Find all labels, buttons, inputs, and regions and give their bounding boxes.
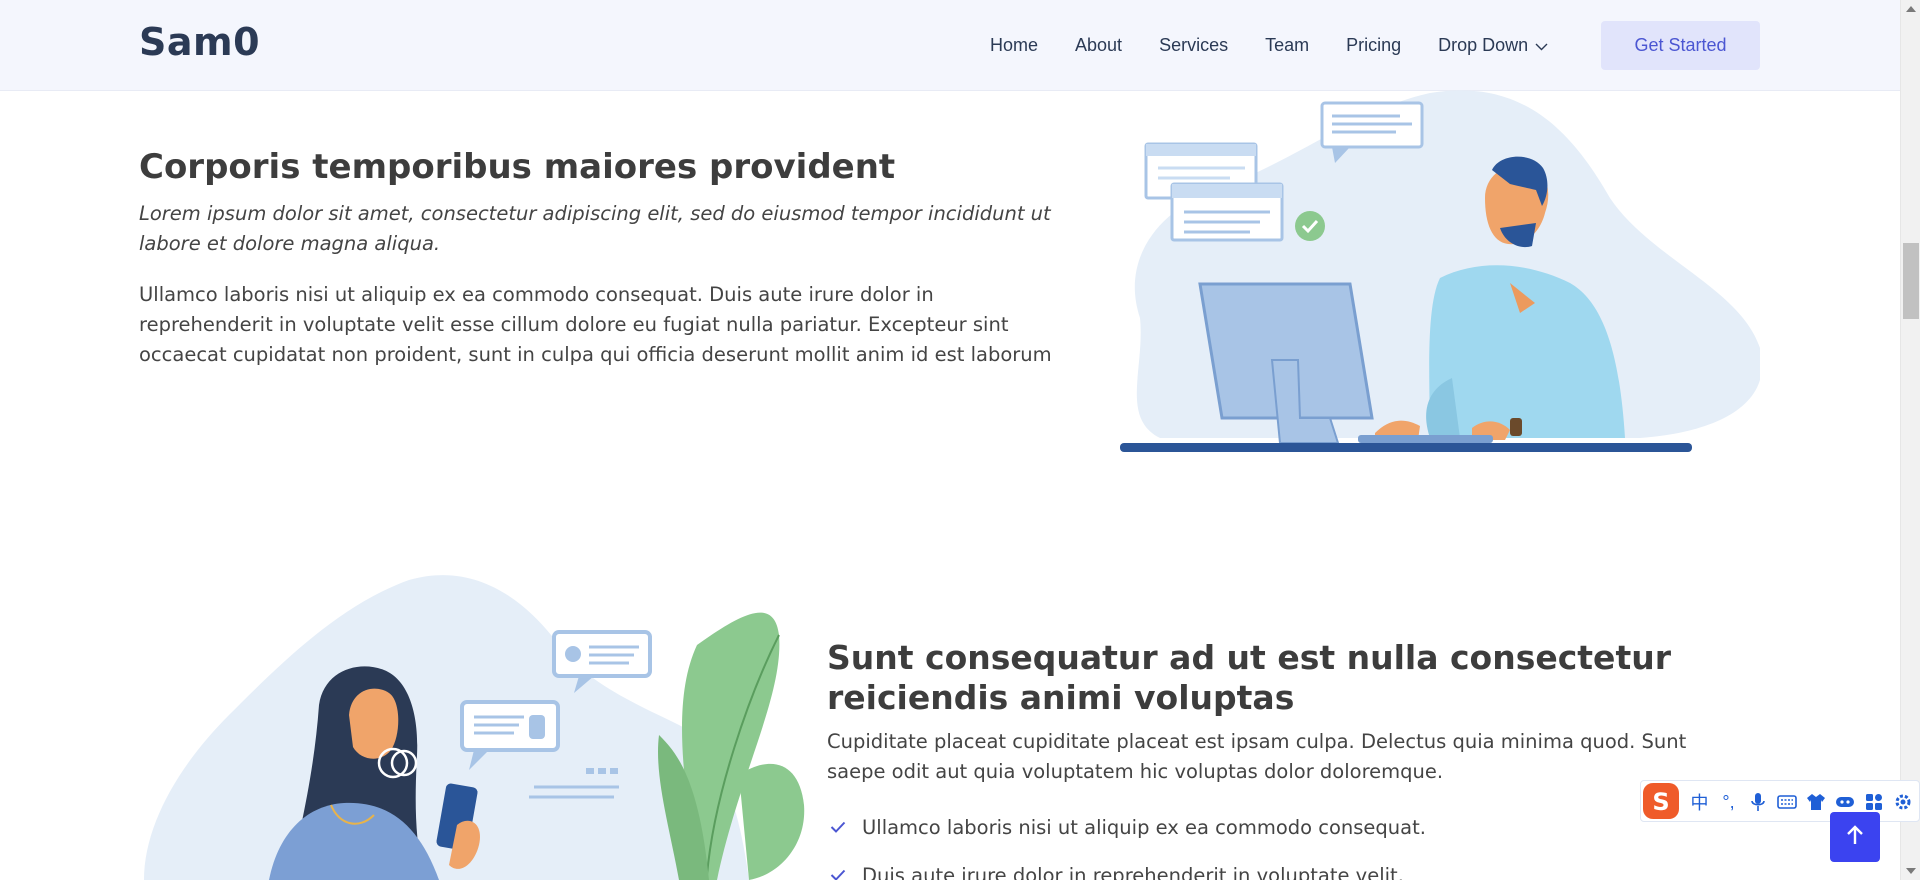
chevron-down-icon [1535,35,1548,56]
punctuation-icon[interactable]: °, [1714,790,1743,814]
scroll-thumb[interactable] [1903,243,1919,319]
sogou-logo-icon[interactable]: S [1641,781,1681,821]
chinese-mode-icon[interactable]: 中 [1685,790,1714,814]
get-started-button[interactable]: Get Started [1601,21,1760,70]
scroll-down-arrow-icon[interactable] [1906,868,1916,874]
section1-body: Ullamco laboris nisi ut aliquip ex ea co… [139,283,1052,366]
skin-icon[interactable] [1801,790,1830,814]
back-to-top-button[interactable] [1830,812,1880,862]
apps-grid-icon[interactable] [1859,790,1888,814]
section1-title: Corporis temporibus maiores provident [139,147,896,187]
main-nav: Home About Services Team Pricing Drop Do… [990,0,1585,91]
settings-icon[interactable] [1888,790,1917,814]
nav-pricing[interactable]: Pricing [1346,35,1401,56]
section1-lead: Lorem ipsum dolor sit amet, consectetur … [139,202,1051,255]
check-icon [830,869,850,880]
svg-text:S: S [1652,788,1669,816]
ime-items: 中 °, [1685,790,1917,814]
nav-dropdown[interactable]: Drop Down [1438,35,1548,56]
list-item: Duis aute irure dolor in reprehenderit i… [830,860,1730,880]
microphone-icon[interactable] [1743,790,1772,814]
brand-logo[interactable]: Sam0 [139,20,260,64]
nav-about[interactable]: About [1075,35,1122,56]
feature-checklist: Ullamco laboris nisi ut aliquip ex ea co… [830,812,1730,880]
keyboard-icon[interactable] [1772,790,1801,814]
man-at-computer-illustration [1100,88,1763,458]
check-icon [830,821,850,833]
checklist-text: Ullamco laboris nisi ut aliquip ex ea co… [862,815,1426,839]
nav-home[interactable]: Home [990,35,1038,56]
nav-team[interactable]: Team [1265,35,1309,56]
checklist-text: Duis aute irure dolor in reprehenderit i… [862,863,1404,880]
list-item: Ullamco laboris nisi ut aliquip ex ea co… [830,812,1730,842]
gamepad-icon[interactable] [1830,790,1859,814]
arrow-up-icon [1845,824,1865,851]
scroll-up-arrow-icon[interactable] [1906,6,1916,12]
nav-dropdown-label: Drop Down [1438,35,1529,55]
section2-title: Sunt consequatur ad ut est nulla consect… [827,638,1671,717]
nav-services[interactable]: Services [1159,35,1228,56]
section2-lead: Cupiditate placeat cupiditate placeat es… [827,730,1687,783]
page-scrollbar[interactable] [1900,0,1920,880]
woman-with-phone-illustration [139,575,809,880]
site-header: Sam0 Home About Services Team Pricing Dr… [0,0,1900,91]
